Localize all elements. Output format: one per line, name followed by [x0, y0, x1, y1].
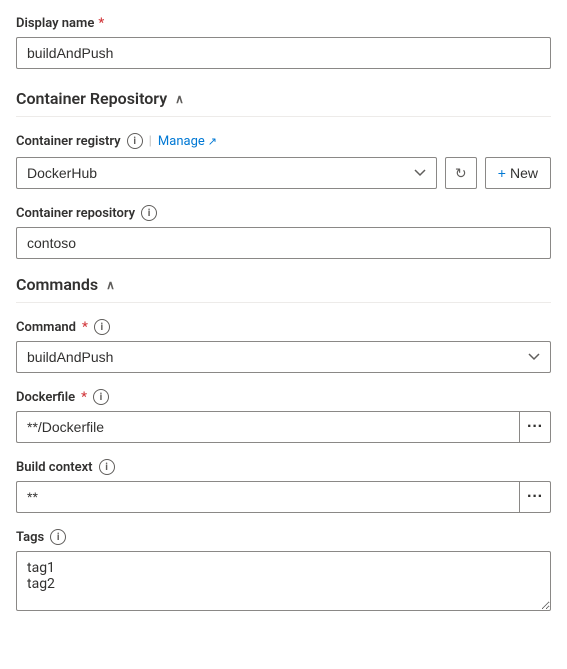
tags-info-icon[interactable]: i [50, 529, 66, 545]
container-repository-title: Container Repository [16, 89, 167, 108]
new-button-label: New [510, 165, 538, 181]
command-dropdown[interactable]: buildAndPush build push [16, 341, 551, 373]
ellipsis-icon: ··· [527, 418, 543, 436]
tags-field: Tags i [16, 529, 551, 615]
display-name-label: Display name * [16, 16, 551, 31]
tags-label-row: Tags i [16, 529, 551, 545]
build-context-field: Build context i ··· [16, 459, 551, 513]
build-context-ellipsis-icon: ··· [527, 488, 543, 506]
container-registry-row: Container registry i | Manage ↗ [16, 133, 551, 149]
dockerfile-browse-button[interactable]: ··· [519, 411, 551, 443]
container-repository-info-icon[interactable]: i [141, 205, 157, 221]
container-repository-label-row: Container repository i [16, 205, 551, 221]
registry-dropdown-row: DockerHub Azure Container Registry ↻ + N… [16, 157, 551, 189]
dockerfile-field: Dockerfile * i ··· [16, 389, 551, 443]
display-name-text: Display name [16, 16, 94, 31]
command-required-star: * [82, 320, 88, 335]
tags-label: Tags [16, 530, 44, 545]
commands-chevron-icon[interactable]: ∧ [106, 278, 115, 292]
command-label: Command [16, 320, 76, 335]
container-repository-chevron-icon[interactable]: ∧ [175, 92, 184, 106]
required-star: * [98, 16, 104, 31]
dockerfile-label: Dockerfile [16, 390, 75, 405]
registry-new-button[interactable]: + New [485, 157, 551, 189]
container-registry-label: Container registry [16, 134, 121, 149]
dockerfile-required-star: * [81, 390, 87, 405]
dockerfile-input-row: ··· [16, 411, 551, 443]
commands-title: Commands [16, 275, 98, 294]
container-repository-field: Container repository i [16, 205, 551, 259]
refresh-icon: ↻ [455, 165, 467, 182]
commands-section-header: Commands ∧ [16, 275, 551, 303]
build-context-input[interactable] [16, 481, 519, 513]
command-info-icon[interactable]: i [94, 319, 110, 335]
display-name-input[interactable] [16, 37, 551, 69]
build-context-input-row: ··· [16, 481, 551, 513]
command-field: Command * i buildAndPush build push [16, 319, 551, 373]
registry-refresh-button[interactable]: ↻ [445, 157, 477, 189]
build-context-label-row: Build context i [16, 459, 551, 475]
manage-link-text: Manage [158, 134, 205, 149]
plus-icon: + [498, 165, 506, 181]
dockerfile-info-icon[interactable]: i [93, 389, 109, 405]
dockerfile-label-row: Dockerfile * i [16, 389, 551, 405]
manage-link[interactable]: Manage ↗ [158, 134, 217, 149]
container-repository-section-header: Container Repository ∧ [16, 89, 551, 117]
dockerfile-input[interactable] [16, 411, 519, 443]
container-registry-info-icon[interactable]: i [127, 133, 143, 149]
display-name-section: Display name * [16, 16, 551, 69]
external-link-icon: ↗ [208, 135, 217, 148]
registry-separator: | [149, 134, 152, 149]
registry-dropdown[interactable]: DockerHub Azure Container Registry [16, 157, 437, 189]
container-repository-label: Container repository [16, 206, 135, 221]
build-context-browse-button[interactable]: ··· [519, 481, 551, 513]
build-context-label: Build context [16, 460, 93, 475]
command-label-row: Command * i [16, 319, 551, 335]
tags-textarea[interactable] [16, 551, 551, 611]
container-repository-input[interactable] [16, 227, 551, 259]
build-context-info-icon[interactable]: i [99, 459, 115, 475]
